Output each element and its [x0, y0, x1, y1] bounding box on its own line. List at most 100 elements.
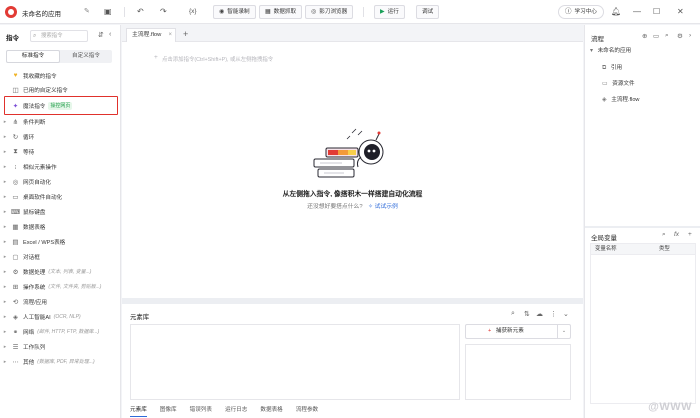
smart-record-button[interactable]: ◉ 智能录制: [213, 5, 256, 19]
collapse-sidebar-icon[interactable]: ‹: [109, 31, 111, 38]
sidebar-item-condition[interactable]: ▸ ⋔ 条件判断: [0, 115, 121, 128]
sidebar-item-web[interactable]: ▸ ◎ 网页自动化: [0, 175, 121, 188]
sidebar-item-favorites[interactable]: ♥ 我收藏的指令: [0, 69, 121, 82]
settings-icon[interactable]: ⚙: [677, 32, 683, 40]
capture-element-button[interactable]: + 捕获新元素 ⌄: [465, 324, 571, 339]
sidebar-item-dialog[interactable]: ▸ ▢ 对话框: [0, 250, 121, 263]
collapse-right-icon[interactable]: ›: [689, 32, 691, 39]
sidebar-item-sub: (文件, 文件夹, 剪贴板...): [48, 284, 102, 290]
sidebar-item-data-table[interactable]: ▸ ▦ 数据表格: [0, 220, 121, 233]
try-example-label: 试试示例: [374, 204, 398, 210]
function-icon[interactable]: fx: [674, 231, 679, 238]
sidebar-item-excel[interactable]: ▸ ▤ Excel / WPS表格: [0, 235, 121, 248]
search-icon[interactable]: ⌕: [662, 231, 666, 239]
collapse-all-icon[interactable]: ⇵: [98, 31, 104, 39]
tree-item-resources[interactable]: ▭ 资源文件: [585, 78, 700, 90]
column-var-name: 变量名称: [595, 246, 617, 252]
undo-icon[interactable]: ↶: [137, 6, 144, 18]
tab-custom-commands[interactable]: 自定义指令: [60, 50, 112, 63]
flow-panel: 流程 ⊕ ▭ ⌕ ⚙ › ▾ 未命名的应用 ⧉ 引用 ▭ 资源文件 ◈ 主流程.…: [584, 25, 700, 418]
folder-icon: ▭: [602, 81, 608, 87]
add-variable-icon[interactable]: +: [688, 231, 692, 238]
sidebar-item-desktop[interactable]: ▸ ▭ 桌面软件自动化: [0, 190, 121, 203]
sidebar-item-flow-app[interactable]: ▸ ⟲ 流程/应用: [0, 295, 121, 308]
sidebar-item-label: 网络: [23, 329, 35, 336]
tab-element-library[interactable]: 元素库: [130, 404, 147, 417]
tab-main-flow[interactable]: 主流程.flow ×: [126, 28, 176, 42]
tree-item-label: 引用: [610, 65, 623, 71]
record-icon: ◉: [219, 9, 225, 15]
bell-icon[interactable]: 🔔︎: [611, 6, 621, 18]
global-vars-table[interactable]: [590, 254, 696, 404]
empty-state-title: 从左侧拖入指令, 像搭积木一样搭建自动化流程: [282, 191, 423, 198]
sidebar-item-network[interactable]: ▸ ⚭ 网络 (邮件, HTTP, FTP, 数据库...): [0, 325, 121, 338]
import-icon[interactable]: ⇅: [524, 310, 530, 318]
tab-data-table[interactable]: 数据表格: [260, 404, 282, 417]
flow-panel-title: 流程: [591, 36, 604, 43]
tab-error-list[interactable]: 错误列表: [190, 404, 212, 417]
add-command-icon[interactable]: +: [154, 54, 158, 61]
debug-button[interactable]: 调试: [416, 5, 440, 19]
tab-standard-commands[interactable]: 标准指令: [6, 50, 60, 63]
sidebar-item-label: 其他: [23, 359, 35, 366]
tree-item-main-flow[interactable]: ◈ 主流程.flow: [585, 94, 700, 106]
add-tab-icon[interactable]: +: [183, 28, 188, 40]
os-icon: ⊞: [12, 283, 19, 291]
folder-icon[interactable]: ▭: [653, 32, 659, 40]
grid-icon: ▦: [265, 9, 271, 15]
redo-icon[interactable]: ↷: [160, 6, 167, 18]
data-capture-button[interactable]: ▦ 数据抓取: [259, 5, 303, 19]
collapse-panel-icon[interactable]: ⌄: [563, 310, 569, 318]
tab-close-icon[interactable]: ×: [168, 29, 172, 42]
sidebar-item-ai[interactable]: ▸ ◈ 人工智能AI (OCR, NLP): [0, 310, 121, 323]
desktop-icon: ▭: [12, 193, 19, 201]
sidebar-item-mouse-keyboard[interactable]: ▸ ⌨ 鼠标键盘: [0, 205, 121, 218]
add-flow-icon[interactable]: ⊕: [642, 32, 647, 40]
search-icon[interactable]: ⌕: [665, 32, 669, 40]
capture-element-label: 捕获新元素: [495, 328, 524, 334]
sidebar-item-other[interactable]: ▸ ⋯ 其他 (数据库, PDF, 异常处理...): [0, 355, 121, 368]
element-tree[interactable]: [130, 324, 460, 400]
sidebar-item-loop[interactable]: ▸ ↻ 循环: [0, 130, 121, 143]
browser-button[interactable]: ◎ 影刀浏览器: [305, 5, 354, 19]
reference-icon: ⧉: [602, 65, 607, 71]
similar-elements-icon: ⁝: [14, 163, 17, 171]
top-toolbar: 未命名的应用 ✎ ▣ ↶ ↷ {x} ◉ 智能录制 ▦ 数据抓取 ◎ 影刀浏览器…: [0, 0, 700, 24]
command-search-input[interactable]: ⌕ 搜索指令: [30, 30, 88, 42]
mouse-icon: ⌨: [10, 208, 21, 216]
more-icon[interactable]: ⋮: [550, 310, 557, 318]
code-braces-icon[interactable]: {x}: [189, 6, 197, 18]
browser-label: 影刀浏览器: [319, 9, 348, 15]
tab-run-log[interactable]: 运行日志: [225, 404, 247, 417]
ai-icon: ◈: [13, 313, 18, 321]
tab-image-library[interactable]: 图像库: [160, 404, 177, 417]
sidebar-item-work-queue[interactable]: ▸ ☰ 工作队列: [0, 340, 121, 353]
browser-icon: ◎: [311, 9, 317, 15]
try-example-link[interactable]: ✧ 试试示例: [368, 204, 398, 210]
close-icon[interactable]: ✕: [677, 6, 684, 18]
flow-canvas[interactable]: + 点击添加指令(Ctrl+Shift+P), 或从左侧拖拽指令 从左侧拖入指令…: [122, 42, 583, 298]
add-command-hint[interactable]: 点击添加指令(Ctrl+Shift+P), 或从左侧拖拽指令: [162, 55, 273, 63]
maximize-icon[interactable]: ☐: [653, 6, 660, 18]
edit-title-icon[interactable]: ✎: [84, 7, 90, 15]
search-icon[interactable]: ⌕: [511, 310, 515, 318]
learning-center-button[interactable]: ⓘ 学习中心: [558, 5, 604, 19]
sidebar-item-wait[interactable]: ▸ ⧗ 等待: [0, 145, 121, 158]
capture-dropdown-icon[interactable]: ⌄: [557, 325, 570, 338]
sidebar-item-label: 数据表格: [23, 224, 46, 231]
minimize-icon[interactable]: —: [633, 6, 641, 18]
sidebar-item-os[interactable]: ▸ ⊞ 操作系统 (文件, 文件夹, 剪贴板...): [0, 280, 121, 293]
tree-item-references[interactable]: ⧉ 引用: [585, 62, 700, 74]
excel-icon: ▤: [12, 238, 19, 246]
toolbar-divider: [363, 7, 364, 17]
heart-icon: ♥: [13, 72, 18, 79]
run-button[interactable]: ▶ 运行: [374, 5, 405, 19]
sidebar-item-used-custom[interactable]: ◫ 已用的自定义指令: [0, 83, 121, 96]
sidebar-item-similar-elements[interactable]: ▸ ⁝ 相似元素操作: [0, 160, 121, 173]
sidebar-item-data-process[interactable]: ▸ ⚙ 数据处理 (文本, 列表, 变量...): [0, 265, 121, 278]
cloud-icon[interactable]: ☁: [536, 310, 543, 318]
tab-flow-params[interactable]: 流程参数: [296, 404, 318, 417]
app-title[interactable]: 未命名的应用: [22, 8, 61, 18]
tree-root[interactable]: ▾ 未命名的应用: [585, 45, 700, 57]
save-icon[interactable]: ▣: [104, 6, 112, 18]
